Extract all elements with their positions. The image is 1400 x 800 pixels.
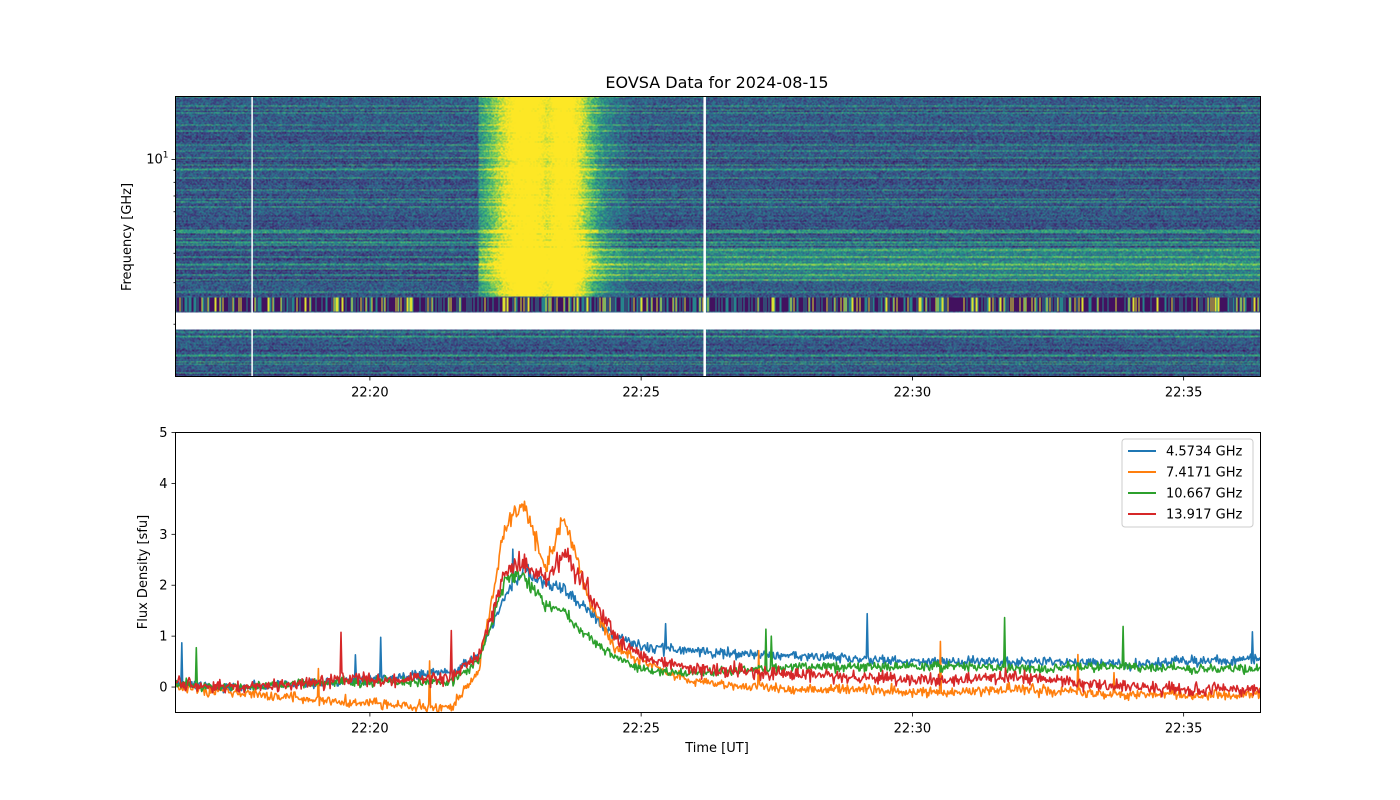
x-tick-label: 22:25 <box>622 722 659 737</box>
x-tick-label: 22:25 <box>622 386 659 401</box>
x-tick-label: 22:35 <box>1165 722 1202 737</box>
spectrogram-y-ticks: 101 <box>146 150 176 325</box>
data-gap-line <box>703 96 706 377</box>
series-line-4 <box>175 547 1261 698</box>
spectrogram-title: EOVSA Data for 2024-08-15 <box>605 73 828 92</box>
series-group <box>175 500 1261 713</box>
figure: EOVSA Data for 2024-08-15 101 22:20 22:25… <box>120 73 1261 756</box>
y-tick-label: 101 <box>146 150 168 167</box>
x-tick-label: 22:20 <box>351 386 388 401</box>
spectrogram-image <box>175 96 1261 377</box>
spectrogram-heatmap <box>175 96 1261 377</box>
lightcurve-x-ticks: 22:20 22:25 22:30 22:35 <box>351 712 1202 737</box>
y-tick-label: 0 <box>159 681 167 696</box>
legend-label: 4.5734 GHz <box>1166 445 1242 460</box>
y-tick-label: 5 <box>159 426 167 441</box>
lightcurve-xlabel: Time [UT] <box>684 741 749 756</box>
data-gap-line <box>251 96 253 377</box>
y-tick-label: 3 <box>159 528 167 543</box>
legend-label: 10.667 GHz <box>1166 487 1242 502</box>
lightcurve-plot <box>175 500 1261 713</box>
y-tick-label: 4 <box>159 477 167 492</box>
x-tick-label: 22:20 <box>351 722 388 737</box>
y-tick-label: 1 <box>159 630 167 645</box>
spectrogram-ylabel: Frequency [GHz] <box>120 183 135 291</box>
y-tick-label: 2 <box>159 579 167 594</box>
x-tick-label: 22:30 <box>894 386 931 401</box>
x-tick-label: 22:30 <box>894 722 931 737</box>
x-tick-label: 22:35 <box>1165 386 1202 401</box>
lightcurve-ylabel: Flux Density [sfu] <box>136 515 151 629</box>
legend-label: 13.917 GHz <box>1166 508 1242 523</box>
legend-label: 7.4171 GHz <box>1166 466 1242 481</box>
lightcurve-y-ticks: 0 1 2 3 4 5 <box>159 426 176 696</box>
legend: 4.5734 GHz 7.4171 GHz 10.667 GHz 13.917 GHz <box>1121 438 1254 528</box>
spectrogram-x-ticks: 22:20 22:25 22:30 22:35 <box>351 376 1202 401</box>
